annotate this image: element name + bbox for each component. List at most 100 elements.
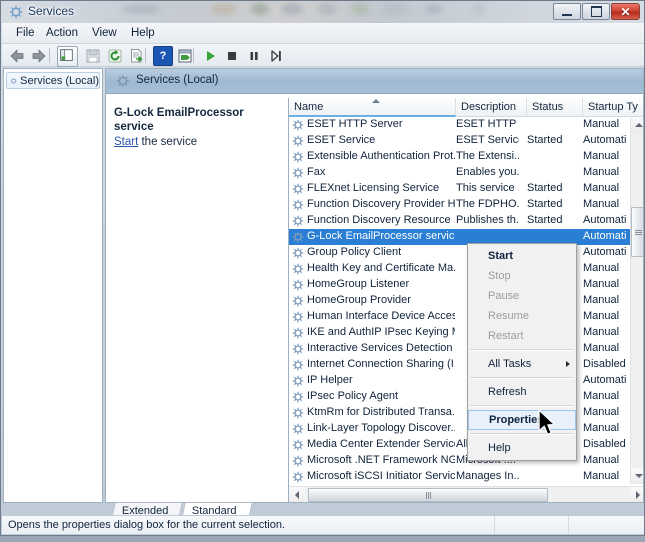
cell-startup-type: Manual bbox=[583, 118, 620, 130]
menu-item-label: Refresh bbox=[488, 386, 527, 398]
menu-item-label: Properties bbox=[489, 414, 544, 426]
table-row[interactable]: Interactive Services Detection Manual bbox=[289, 341, 630, 357]
menu-item-start[interactable]: Start bbox=[468, 246, 576, 266]
table-row[interactable]: HomeGroup Provider Manual bbox=[289, 293, 630, 309]
minimize-icon bbox=[562, 11, 572, 16]
table-row[interactable]: ESET Service ESET Service Started Automati bbox=[289, 133, 630, 149]
list-horizontal-scrollbar[interactable] bbox=[289, 486, 643, 502]
table-row[interactable]: Function Discovery Provider H... The FDPH… bbox=[289, 197, 630, 213]
cell-startup-type: Manual bbox=[583, 454, 620, 466]
restart-service-icon[interactable] bbox=[267, 47, 285, 65]
table-row[interactable]: Link-Layer Topology Discover... Manual bbox=[289, 421, 630, 437]
pause-service-icon[interactable] bbox=[245, 47, 263, 65]
cell-name: Microsoft iSCSI Initiator Service bbox=[307, 470, 455, 482]
table-row[interactable]: KtmRm for Distributed Transa... Manual bbox=[289, 405, 630, 421]
menu-item-restart: Restart bbox=[468, 326, 576, 346]
cell-name: ESET Service bbox=[307, 134, 376, 146]
table-row[interactable]: IPsec Policy Agent Manual bbox=[289, 389, 630, 405]
close-button[interactable]: ✕ bbox=[611, 3, 640, 20]
column-header-label: Description bbox=[461, 101, 517, 113]
cell-name: IPsec Policy Agent bbox=[307, 390, 399, 402]
pane-header-label: Services (Local) bbox=[136, 74, 219, 86]
help-icon[interactable]: ? bbox=[153, 46, 173, 66]
refresh-icon[interactable] bbox=[106, 47, 124, 65]
scroll-down-button[interactable] bbox=[631, 468, 643, 484]
services-gear-icon bbox=[10, 77, 17, 84]
table-row[interactable]: IKE and AuthIP IPsec Keying M... Manual bbox=[289, 325, 630, 341]
table-row[interactable]: Function Discovery Resource ... Publishes… bbox=[289, 213, 630, 229]
cell-name: Human Interface Device Access bbox=[307, 310, 455, 322]
service-gear-icon bbox=[292, 439, 304, 451]
services-list: Name Description Status Startup Ty ESET HTT… bbox=[288, 98, 643, 502]
menu-help[interactable]: Help bbox=[125, 26, 161, 41]
table-row[interactable]: Internet Connection Sharing (I... Disable… bbox=[289, 357, 630, 373]
table-row[interactable]: Group Policy Client Automati bbox=[289, 245, 630, 261]
table-row[interactable]: Microsoft iSCSI Initiator Service Manages… bbox=[289, 469, 630, 484]
cell-startup-type: Manual bbox=[583, 326, 620, 338]
forward-icon[interactable] bbox=[30, 47, 48, 65]
column-header-description[interactable]: Description bbox=[456, 98, 527, 117]
table-row[interactable]: FLEXnet Licensing Service This service ..… bbox=[289, 181, 630, 197]
start-service-icon[interactable] bbox=[201, 47, 219, 65]
menu-item-refresh[interactable]: Refresh bbox=[468, 382, 576, 402]
cell-name: IKE and AuthIP IPsec Keying M... bbox=[307, 326, 455, 338]
service-gear-icon bbox=[292, 135, 304, 147]
table-row[interactable]: Human Interface Device Access Manual bbox=[289, 309, 630, 325]
cell-description: The Extensi... bbox=[456, 150, 519, 162]
list-rows: ESET HTTP Server ESET HTTP ... Manual ESET… bbox=[289, 117, 630, 484]
menu-item-properties[interactable]: Properties bbox=[468, 410, 576, 430]
table-row[interactable]: Health Key and Certificate Ma... Manual bbox=[289, 261, 630, 277]
scroll-up-button[interactable] bbox=[631, 117, 643, 133]
list-vertical-scrollbar[interactable] bbox=[630, 117, 643, 484]
menu-item-label: Restart bbox=[488, 330, 524, 342]
cell-startup-type: Manual bbox=[583, 278, 620, 290]
cell-startup-type: Manual bbox=[583, 262, 620, 274]
table-row-selected[interactable]: G-Lock EmailProcessor service Automati bbox=[289, 229, 630, 245]
menu-file[interactable]: File bbox=[10, 26, 41, 41]
vertical-scroll-thumb[interactable] bbox=[631, 207, 643, 257]
export-list-icon[interactable] bbox=[84, 47, 102, 65]
service-gear-icon bbox=[292, 279, 304, 291]
table-row[interactable]: ESET HTTP Server ESET HTTP ... Manual bbox=[289, 117, 630, 133]
column-header-status[interactable]: Status bbox=[527, 98, 583, 117]
menu-item-help[interactable]: Help bbox=[468, 438, 576, 458]
cell-name: Internet Connection Sharing (I... bbox=[307, 358, 455, 370]
menu-action[interactable]: Action bbox=[40, 26, 84, 41]
start-service-link[interactable]: Start bbox=[114, 136, 138, 148]
cell-name: G-Lock EmailProcessor service bbox=[307, 230, 455, 242]
properties-icon[interactable] bbox=[176, 47, 194, 65]
menu-separator bbox=[470, 405, 574, 407]
back-icon[interactable] bbox=[8, 47, 26, 65]
menu-item-all-tasks[interactable]: All Tasks bbox=[468, 354, 576, 374]
scroll-left-button[interactable] bbox=[289, 487, 305, 502]
table-row[interactable]: Fax Enables you... Manual bbox=[289, 165, 630, 181]
service-gear-icon bbox=[292, 215, 304, 227]
export-page-icon[interactable] bbox=[128, 47, 146, 65]
cell-startup-type: Automati bbox=[583, 374, 627, 386]
column-header-name[interactable]: Name bbox=[289, 98, 456, 117]
table-row[interactable]: Microsoft .NET Framework NG...Microsoft … bbox=[289, 453, 630, 469]
menu-view[interactable]: View bbox=[86, 26, 123, 41]
column-header-label: Status bbox=[532, 101, 564, 113]
table-row[interactable]: HomeGroup Listener Manual bbox=[289, 277, 630, 293]
table-row[interactable]: IP Helper Automati bbox=[289, 373, 630, 389]
cell-startup-type: Manual bbox=[583, 422, 620, 434]
column-header-startup-ty[interactable]: Startup Ty bbox=[583, 98, 643, 117]
stop-service-icon[interactable] bbox=[223, 47, 241, 65]
table-row[interactable]: Media Center Extender ServiceAllows Med.… bbox=[289, 437, 630, 453]
list-column-headers: Name Description Status Startup Ty bbox=[289, 98, 643, 117]
title-bar[interactable]: Services ✕ bbox=[1, 1, 644, 23]
table-row[interactable]: Extensible Authentication Prot... The Ext… bbox=[289, 149, 630, 165]
show-hide-console-tree-icon[interactable] bbox=[57, 46, 78, 67]
chevron-right-icon bbox=[636, 491, 640, 499]
window-title: Services bbox=[28, 4, 75, 18]
menu-separator bbox=[470, 377, 574, 379]
scroll-right-button[interactable] bbox=[630, 487, 643, 502]
horizontal-scroll-thumb[interactable] bbox=[308, 488, 548, 502]
maximize-button[interactable] bbox=[582, 3, 610, 20]
maximize-icon bbox=[590, 6, 602, 17]
toolbar-separator bbox=[49, 48, 50, 63]
column-header-label: Name bbox=[294, 101, 324, 113]
sidebar-item-services-local[interactable]: Services (Local) bbox=[6, 72, 100, 89]
minimize-button[interactable] bbox=[553, 3, 581, 20]
